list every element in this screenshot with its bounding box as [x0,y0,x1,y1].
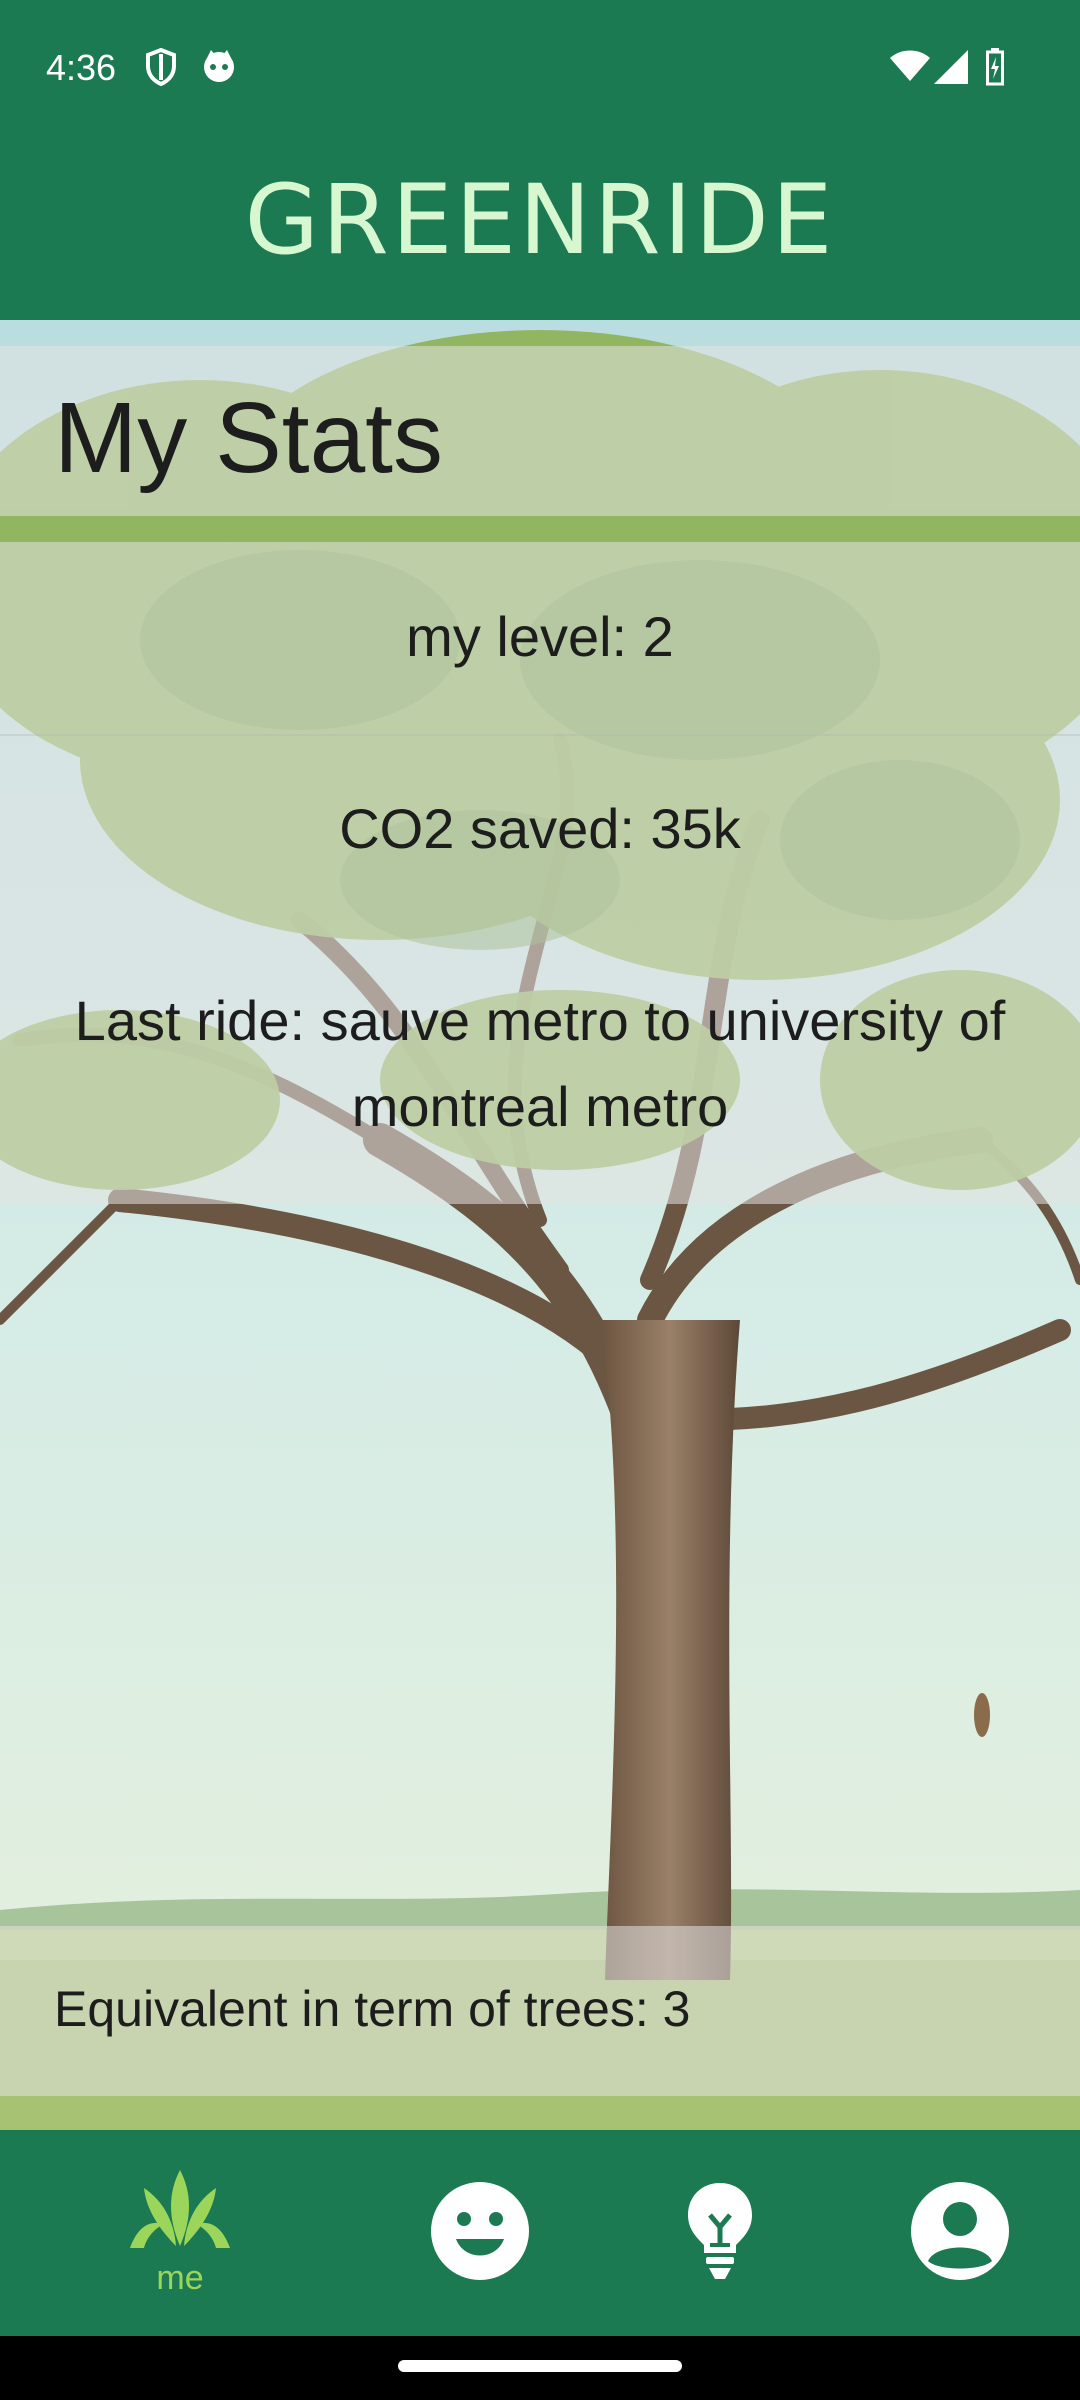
account-icon [910,2181,1010,2286]
title-panel: My Stats [0,346,1080,516]
trees-panel: Equivalent in term of trees: 3 [0,1926,1080,2096]
level-stat: my level: 2 [406,605,674,668]
system-nav-bar [0,2336,1080,2400]
stats-panel: my level: 2 CO2 saved: 35k Last ride: sa… [0,542,1080,1204]
page-title: My Stats [54,382,443,494]
stat-divider [0,734,1080,736]
nav-item-tips[interactable] [600,2130,840,2336]
signal-icon [934,50,968,89]
nav-label-me: me [156,2259,204,2297]
status-time: 4:36 [46,47,117,88]
nav-item-me[interactable]: me [60,2130,300,2336]
co2-saved-stat: CO2 saved: 35k [339,797,741,860]
smiley-icon [430,2181,530,2286]
bottom-nav: me [0,2130,1080,2336]
wifi-icon [890,50,930,87]
trees-equivalent-stat: Equivalent in term of trees: 3 [54,1981,691,2037]
lightbulb-icon [685,2181,755,2286]
sprout-icon [128,2168,232,2253]
nav-item-account[interactable] [840,2130,1080,2336]
last-ride-stat: Last ride: sauve metro to university of … [74,989,1006,1138]
shield-icon [146,47,176,91]
nav-item-smiley[interactable] [360,2130,600,2336]
status-bar: 4:36 [0,0,1080,136]
battery-icon [986,48,1004,91]
app-bar: GREENRIDE [0,136,1080,320]
home-gesture-handle[interactable] [398,2360,682,2372]
face-badge-icon [202,48,236,89]
screen: 4:36 GREENRIDE My Stats my level: 2 CO2 … [0,0,1080,2400]
app-title: GREENRIDE [244,164,836,276]
